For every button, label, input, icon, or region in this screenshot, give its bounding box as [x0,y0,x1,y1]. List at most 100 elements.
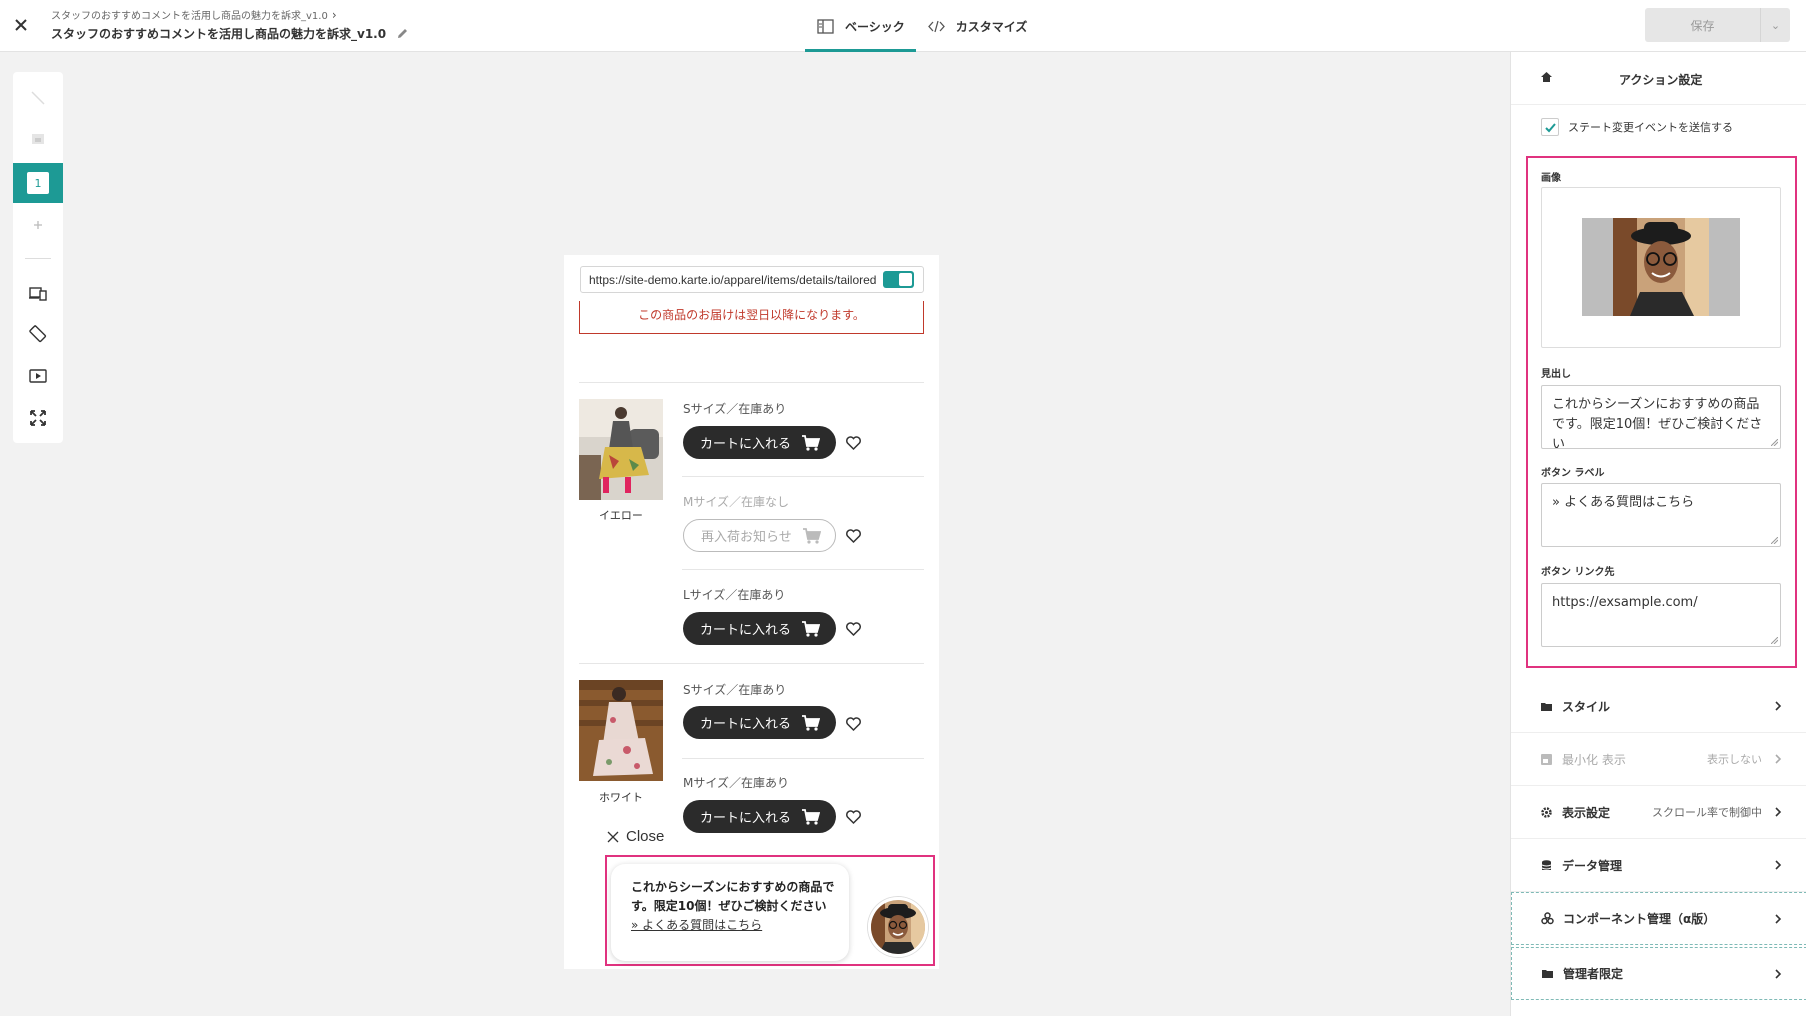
image-thumbnail [1582,218,1740,316]
chevron-right-icon [1775,968,1782,979]
panel-title: アクション設定 [1619,73,1703,87]
section-admin-only[interactable]: 管理者限定 [1511,947,1806,1000]
popup-bubble[interactable]: これからシーズンにおすすめの商品です。限定10個！ぜひご検討ください » よくあ… [611,864,849,961]
folder-icon [1542,970,1553,978]
heading-textarea[interactable]: これからシーズンにおすすめの商品です。限定10個！ぜひご検討ください [1541,385,1781,449]
variant-size-label: Sサイズ／在庫あり [683,683,787,697]
state-event-checkbox[interactable]: ステート変更イベントを送信する [1541,118,1733,136]
play-icon[interactable] [13,356,63,396]
divider [579,663,924,664]
tab-customize[interactable]: カスタマイズ [916,0,1039,52]
panel-header: アクション設定 [1511,52,1806,105]
phone-preview: https://site-demo.karte.io/apparel/items… [564,255,939,969]
divider [579,382,924,383]
section-component-management[interactable]: コンポーネント管理（α版） [1511,892,1806,945]
divider [682,569,924,570]
resize-grip-icon[interactable] [1771,537,1778,544]
button-link-value: https://exsample.com/ [1552,595,1698,610]
heart-icon[interactable] [845,528,862,544]
add-icon[interactable] [13,205,63,245]
minimize-icon [1541,753,1552,765]
variant-size-label: Lサイズ／在庫あり [683,588,786,602]
section-data-management[interactable]: データ管理 [1511,839,1806,892]
restock-notify-button[interactable]: 再入荷お知らせ [683,519,836,552]
section-minimize[interactable]: 最小化 表示 表示しない [1511,733,1806,786]
add-to-cart-button[interactable]: カートに入れる [683,800,836,833]
button-link-textarea[interactable]: https://exsample.com/ [1541,583,1781,647]
save-dropdown-chevron-icon[interactable]: ⌄ [1760,8,1790,42]
save-button-group: 保存 ⌄ [1645,8,1790,42]
cart-icon [802,527,821,544]
cart-icon [802,714,821,731]
checkbox[interactable] [1541,118,1559,136]
image-field[interactable] [1541,187,1781,348]
device-icon[interactable] [13,273,63,313]
chevron-right-icon: › [331,8,337,22]
top-header: スタッフのおすすめコメントを活用し商品の魅力を訴求_v1.0 › スタッフのおすす… [0,0,1806,52]
popup-close-button[interactable]: Close [606,828,664,845]
section-value: 表示しない [1707,753,1762,766]
toolbar-divider [25,258,51,259]
product-image-white[interactable] [579,680,663,781]
tab-customize-label: カスタマイズ [955,19,1028,34]
breadcrumb[interactable]: スタッフのおすすめコメントを活用し商品の魅力を訴求_v1.0 › [51,7,337,22]
home-icon[interactable] [1540,71,1553,83]
button-label-field-label: ボタン ラベル [1541,468,1605,479]
breadcrumb-text[interactable]: スタッフのおすすめコメントを活用し商品の魅力を訴求_v1.0 [51,11,328,22]
section-style[interactable]: スタイル [1511,680,1806,733]
component-icon [1541,912,1554,925]
state-event-label: ステート変更イベントを送信する [1568,121,1733,134]
popup-link[interactable]: » よくある質問はこちら [631,916,849,934]
heart-icon[interactable] [845,621,862,637]
step-number: 1 [27,172,49,194]
section-value: スクロール率で制御中 [1652,806,1762,819]
heart-icon[interactable] [845,716,862,732]
chevron-right-icon [1775,754,1782,764]
heading-field-label: 見出し [1541,369,1571,380]
database-icon [1541,859,1552,870]
divider [682,476,924,477]
section-display-settings[interactable]: 表示設定 スクロール率で制御中 [1511,786,1806,839]
tab-basic[interactable]: ベーシック [805,0,916,52]
add-to-cart-label: カートに入れる [700,437,792,452]
edit-pencil-icon[interactable] [396,27,409,40]
button-link-field-label: ボタン リンク先 [1541,567,1615,578]
rotate-icon[interactable] [13,314,63,354]
delivery-notice: この商品のお届けは翌日以降になります。 [579,301,924,334]
close-icon[interactable] [10,14,32,36]
mode-tabs: ベーシック カスタマイズ [805,0,1038,52]
tab-basic-label: ベーシック [845,19,905,34]
divider [682,758,924,759]
image-tool-icon[interactable] [13,119,63,159]
preview-url-field[interactable]: https://site-demo.karte.io/apparel/items… [580,266,924,293]
heart-icon[interactable] [845,809,862,825]
add-to-cart-button[interactable]: カートに入れる [683,706,836,739]
add-to-cart-button[interactable]: カートに入れる [683,612,836,645]
cart-icon [802,434,821,451]
heart-icon[interactable] [845,435,862,451]
variant-size-label: Sサイズ／在庫あり [683,402,787,416]
close-icon [607,831,619,842]
folder-icon [1541,702,1552,711]
fullscreen-icon[interactable] [13,398,63,438]
section-label: 表示設定 [1562,805,1611,820]
add-to-cart-label: カートに入れる [700,717,792,732]
preview-toggle[interactable] [883,271,914,288]
save-button[interactable]: 保存 [1645,8,1760,42]
section-label: 最小化 表示 [1562,752,1626,767]
staff-avatar[interactable] [868,897,928,957]
resize-grip-icon[interactable] [1771,439,1778,446]
section-label: スタイル [1562,699,1611,714]
chevron-right-icon [1775,913,1782,924]
add-to-cart-label: カートに入れる [700,811,792,826]
section-label: 管理者限定 [1563,967,1624,981]
check-icon [1544,122,1556,132]
resize-grip-icon[interactable] [1771,637,1778,644]
step-1-button[interactable]: 1 [13,163,63,203]
section-label: コンポーネント管理（α版） [1563,912,1716,926]
popup-message: これからシーズンにおすすめの商品です。限定10個！ぜひご検討ください [631,880,835,913]
add-to-cart-button[interactable]: カートに入れる [683,426,836,459]
line-tool-icon[interactable] [13,78,63,118]
product-image-yellow[interactable] [579,399,663,500]
button-label-textarea[interactable]: » よくある質問はこちら [1541,483,1781,547]
